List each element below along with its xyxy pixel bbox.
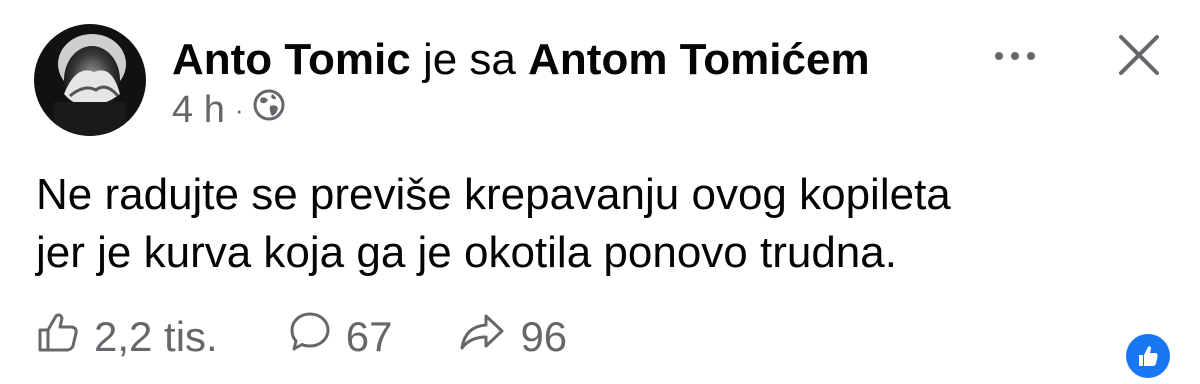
comment-icon <box>288 310 332 364</box>
author-name[interactable]: Anto Tomic <box>172 35 411 84</box>
post-actions: 2,2 tis. 67 96 <box>36 312 567 362</box>
thumbs-up-icon <box>36 310 80 364</box>
tagged-name[interactable]: Antom Tomićem <box>528 35 869 84</box>
close-icon <box>1116 35 1162 82</box>
relation-text: je sa <box>422 35 516 84</box>
globe-icon[interactable] <box>252 88 286 132</box>
comment-count: 67 <box>345 313 393 360</box>
meta-separator: · <box>234 94 244 125</box>
comment-button[interactable]: 67 <box>288 310 393 364</box>
more-options-button[interactable] <box>990 48 1040 68</box>
post-meta: 4 h · <box>172 88 286 132</box>
author-avatar[interactable] <box>34 24 146 136</box>
more-dots-icon <box>993 49 1037 67</box>
close-button[interactable] <box>1116 32 1162 78</box>
share-arrow-icon <box>458 310 506 364</box>
like-reaction-icon[interactable] <box>1126 334 1170 378</box>
post-text: Ne radujte se previše krepavanju ovog ko… <box>36 170 951 277</box>
post-header-title: Anto Tomic je sa Antom Tomićem <box>172 36 870 84</box>
post-time[interactable]: 4 h <box>172 89 225 132</box>
share-button[interactable]: 96 <box>458 310 567 364</box>
share-count: 96 <box>520 313 568 360</box>
like-count: 2,2 tis. <box>94 313 218 360</box>
like-button[interactable]: 2,2 tis. <box>36 310 218 364</box>
post-card: Anto Tomic je sa Antom Tomićem 4 h · Ne … <box>0 0 1200 384</box>
